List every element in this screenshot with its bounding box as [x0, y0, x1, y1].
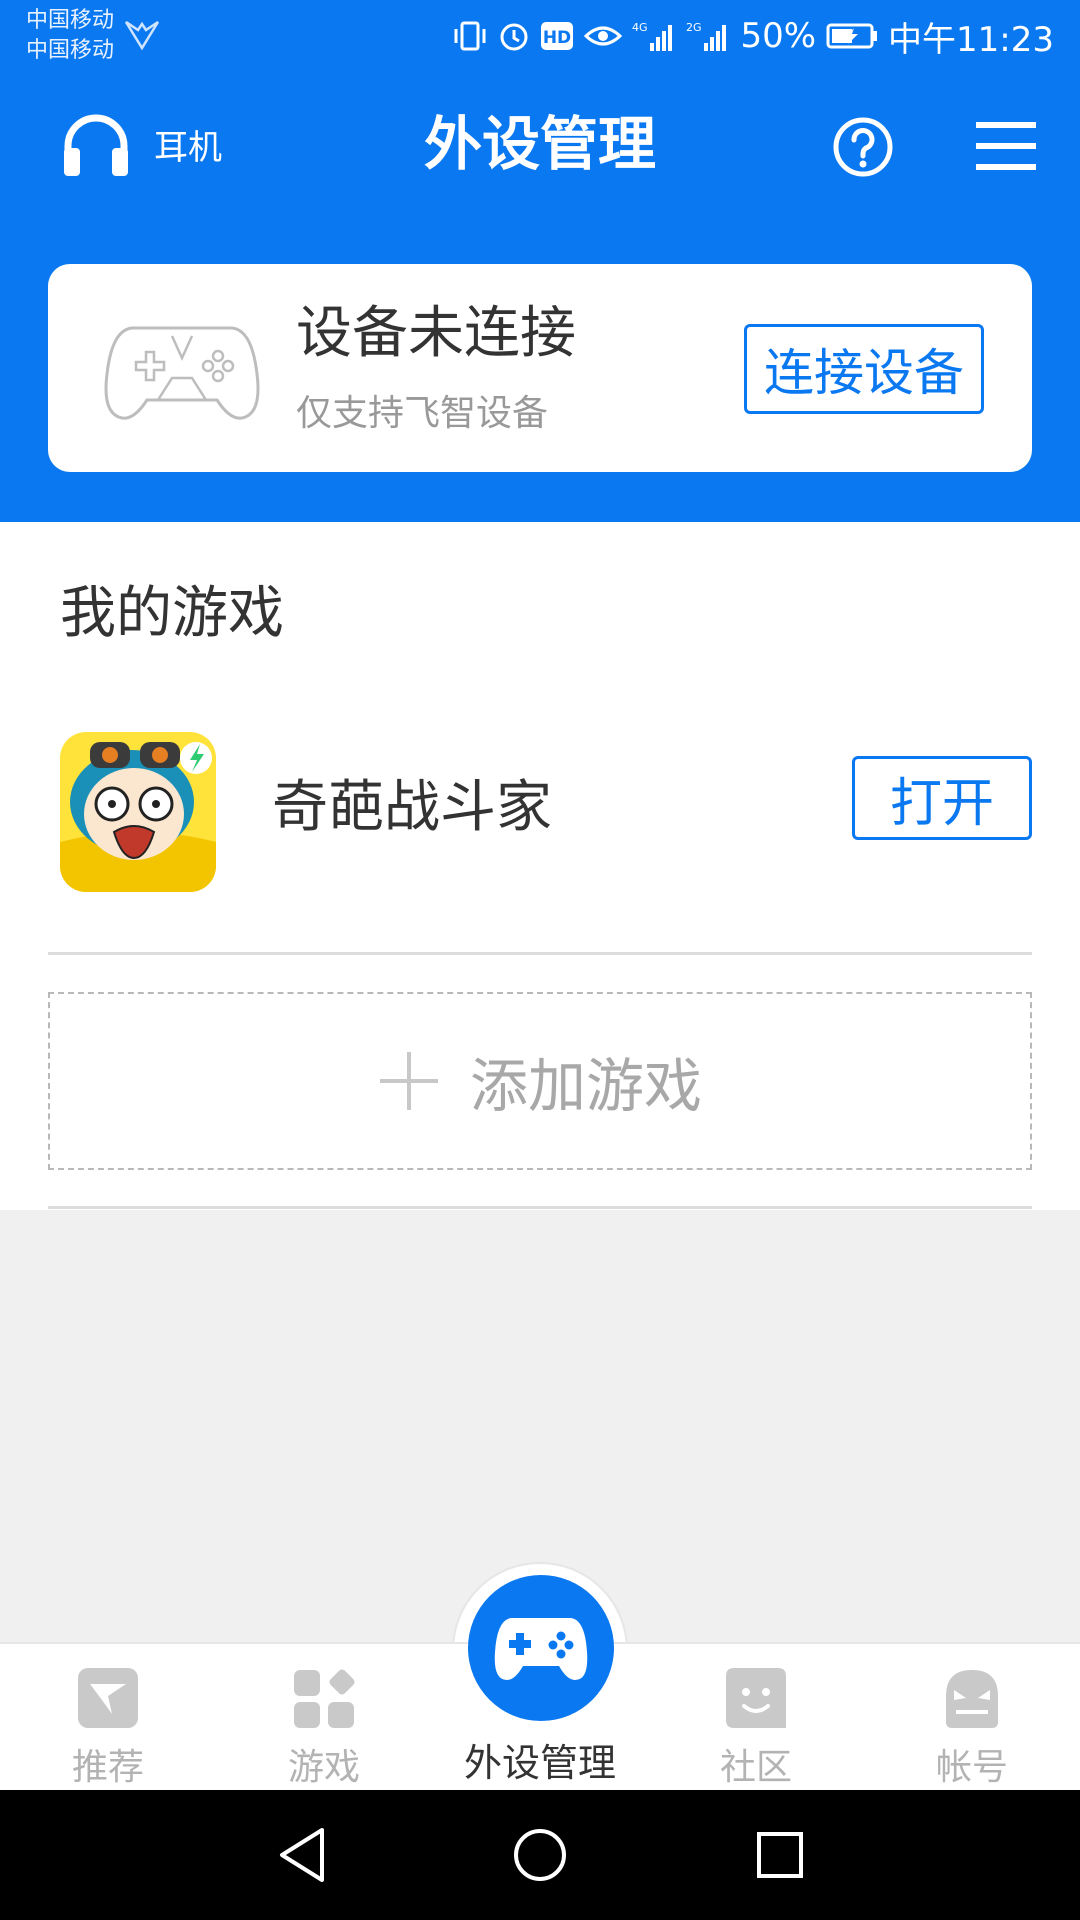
svg-text:4G: 4G — [632, 21, 648, 34]
system-nav-bar — [0, 1790, 1080, 1920]
tab-label-active: 外设管理 — [463, 1741, 616, 1785]
home-icon[interactable] — [505, 1820, 575, 1890]
add-game-button[interactable]: 添加游戏 — [48, 992, 1032, 1170]
device-area: 设备未连接 仅支持飞智设备 连接设备 — [0, 216, 1080, 522]
my-games-section: 我的游戏 奇葩战斗家 打开 添加游戏 — [0, 522, 1080, 1210]
device-card: 设备未连接 仅支持飞智设备 连接设备 — [48, 264, 1032, 472]
vibrate-icon — [452, 19, 488, 53]
tab-peripheral-management[interactable] — [468, 1575, 614, 1721]
app-screen: 中国移动 中国移动 HD 4G 2G 50% 中午11:23 耳机 外设管理 设… — [0, 0, 1080, 1920]
game-app-icon[interactable] — [60, 732, 216, 892]
tab-games[interactable]: 游戏 — [244, 1644, 404, 1792]
section-title: 我的游戏 — [60, 581, 284, 646]
signal-4g-icon: 4G — [632, 19, 676, 53]
connect-device-button[interactable]: 连接设备 — [744, 324, 984, 414]
game-list-item: 奇葩战斗家 打开 — [0, 722, 1080, 902]
svg-text:HD: HD — [543, 28, 571, 48]
help-icon[interactable] — [832, 116, 894, 178]
menu-icon[interactable] — [974, 116, 1038, 176]
tab-label: 推荐 — [71, 1747, 144, 1788]
carrier-1: 中国移动 — [26, 8, 115, 33]
back-icon[interactable] — [268, 1820, 338, 1890]
feizhi-logo-icon — [124, 20, 160, 51]
carrier-2: 中国移动 — [26, 38, 115, 63]
recents-icon[interactable] — [745, 1820, 815, 1890]
games-icon — [294, 1669, 355, 1728]
plus-icon — [379, 1052, 438, 1110]
battery-icon — [826, 22, 878, 50]
divider — [48, 952, 1032, 955]
tab-label: 社区 — [719, 1747, 792, 1788]
tab-community[interactable]: 社区 — [676, 1644, 836, 1792]
alarm-icon — [498, 19, 530, 53]
add-game-label: 添加游戏 — [469, 1052, 702, 1120]
page-title: 外设管理 — [423, 110, 656, 178]
tab-label: 帐号 — [935, 1747, 1008, 1788]
status-icons: HD 4G 2G 50% 中午11:23 — [452, 14, 1054, 60]
open-game-button[interactable]: 打开 — [852, 756, 1032, 840]
device-note: 仅支持飞智设备 — [296, 393, 549, 434]
divider — [48, 1206, 1032, 1209]
hd-icon: HD — [540, 21, 574, 51]
account-icon — [946, 1670, 998, 1728]
gamepad-outline-icon — [104, 326, 260, 420]
signal-2g-icon: 2G — [686, 19, 730, 53]
svg-text:2G: 2G — [686, 21, 702, 34]
eye-icon — [584, 22, 623, 50]
app-header: 耳机 外设管理 — [0, 72, 1080, 216]
carrier-info: 中国移动 中国移动 — [26, 6, 114, 66]
tab-label: 游戏 — [287, 1747, 360, 1788]
tab-recommend[interactable]: 推荐 — [28, 1644, 188, 1792]
status-bar: 中国移动 中国移动 HD 4G 2G 50% 中午11:23 — [0, 0, 1080, 72]
device-status: 设备未连接 — [296, 301, 576, 366]
clock: 中午11:23 — [888, 19, 1054, 60]
recommend-icon — [78, 1668, 138, 1728]
gamepad-icon — [494, 1618, 588, 1680]
game-name: 奇葩战斗家 — [272, 775, 552, 840]
community-icon — [726, 1668, 786, 1728]
battery-percent: 50% — [740, 16, 817, 56]
tab-account[interactable]: 帐号 — [892, 1644, 1052, 1792]
